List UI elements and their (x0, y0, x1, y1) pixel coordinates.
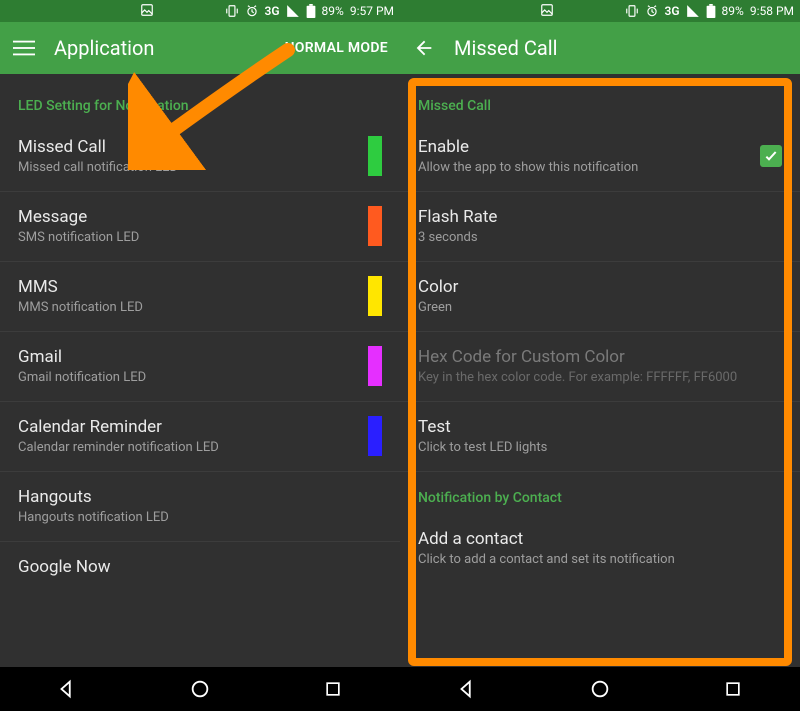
row-enable[interactable]: Enable Allow the app to show this notifi… (400, 122, 800, 192)
app-bar: Missed Call (400, 22, 800, 74)
menu-icon[interactable] (12, 36, 36, 60)
network-label: 3G (665, 4, 680, 18)
image-icon (540, 3, 554, 17)
battery-pct: 89% (322, 4, 344, 18)
nav-back-button[interactable] (47, 669, 87, 709)
signal-icon (686, 4, 700, 18)
row-sub: Click to test LED lights (418, 440, 782, 457)
row-test[interactable]: Test Click to test LED lights (400, 402, 800, 472)
nav-home-button[interactable] (580, 669, 620, 709)
mode-label[interactable]: NORMAL MODE (285, 40, 388, 56)
item-sub: Gmail notification LED (18, 370, 356, 387)
list-item-mms[interactable]: MMS MMS notification LED (0, 262, 400, 332)
row-title: Test (418, 416, 782, 438)
item-title: Gmail (18, 346, 356, 368)
section-header-missed-call: Missed Call (400, 80, 800, 122)
list-item-calendar[interactable]: Calendar Reminder Calendar reminder noti… (0, 402, 400, 472)
item-title: Hangouts (18, 486, 382, 508)
battery-icon (306, 4, 316, 18)
color-chip (368, 136, 382, 176)
item-title: Missed Call (18, 136, 356, 158)
row-add-contact[interactable]: Add a contact Click to add a contact and… (400, 514, 800, 571)
list-item-message[interactable]: Message SMS notification LED (0, 192, 400, 262)
item-title: Calendar Reminder (18, 416, 356, 438)
app-bar: Application NORMAL MODE (0, 22, 400, 74)
row-sub: Click to add a contact and set its notif… (418, 552, 782, 569)
item-title: MMS (18, 276, 356, 298)
item-sub: SMS notification LED (18, 230, 356, 247)
row-flash-rate[interactable]: Flash Rate 3 seconds (400, 192, 800, 262)
clock: 9:57 PM (350, 4, 394, 18)
item-sub: Missed call notification LED (18, 160, 356, 177)
nav-recent-button[interactable] (713, 669, 753, 709)
list-item-missed-call[interactable]: Missed Call Missed call notification LED (0, 122, 400, 192)
row-title: Color (418, 276, 782, 298)
row-sub: Green (418, 300, 782, 317)
enable-checkbox[interactable] (760, 145, 782, 167)
item-sub: MMS notification LED (18, 300, 356, 317)
nav-back-button[interactable] (447, 669, 487, 709)
list-item-hangouts[interactable]: Hangouts Hangouts notification LED (0, 472, 400, 542)
row-title: Hex Code for Custom Color (418, 346, 782, 368)
alarm-icon (645, 4, 659, 18)
clock: 9:58 PM (750, 4, 794, 18)
nav-recent-button[interactable] (313, 669, 353, 709)
list-item-google-now[interactable]: Google Now (0, 542, 400, 580)
section-header-by-contact: Notification by Contact (400, 472, 800, 514)
nav-bar (400, 667, 800, 711)
alarm-icon (245, 4, 259, 18)
color-chip (368, 276, 382, 316)
network-label: 3G (265, 4, 280, 18)
status-bar: 3G 89% 9:58 PM (400, 0, 800, 22)
row-sub: Allow the app to show this notification (418, 160, 748, 177)
color-chip (368, 416, 382, 456)
list-item-gmail[interactable]: Gmail Gmail notification LED (0, 332, 400, 402)
back-icon[interactable] (412, 36, 436, 60)
row-hex-code: Hex Code for Custom Color Key in the hex… (400, 332, 800, 402)
color-chip (368, 206, 382, 246)
vibrate-icon (625, 4, 639, 18)
page-title: Missed Call (454, 36, 557, 60)
screen-missed-call: 3G 89% 9:58 PM Missed Call Missed Call E… (400, 0, 800, 711)
battery-pct: 89% (722, 4, 744, 18)
row-sub: Key in the hex color code. For example: … (418, 370, 782, 387)
screen-application: 3G 89% 9:57 PM Application NORMAL MODE L… (0, 0, 400, 711)
page-title: Application (54, 36, 154, 60)
image-icon (140, 3, 154, 17)
color-chip (368, 346, 382, 386)
item-title: Google Now (18, 556, 382, 578)
row-sub: 3 seconds (418, 230, 782, 247)
row-color[interactable]: Color Green (400, 262, 800, 332)
row-title: Flash Rate (418, 206, 782, 228)
status-bar: 3G 89% 9:57 PM (0, 0, 400, 22)
battery-icon (706, 4, 716, 18)
vibrate-icon (225, 4, 239, 18)
section-header-led: LED Setting for Notification (0, 80, 400, 122)
content-list: LED Setting for Notification Missed Call… (0, 74, 400, 667)
item-sub: Calendar reminder notification LED (18, 440, 356, 457)
nav-home-button[interactable] (180, 669, 220, 709)
item-sub: Hangouts notification LED (18, 510, 382, 527)
signal-icon (286, 4, 300, 18)
item-title: Message (18, 206, 356, 228)
row-title: Add a contact (418, 528, 782, 550)
content-list: Missed Call Enable Allow the app to show… (400, 74, 800, 667)
nav-bar (0, 667, 400, 711)
row-title: Enable (418, 136, 748, 158)
